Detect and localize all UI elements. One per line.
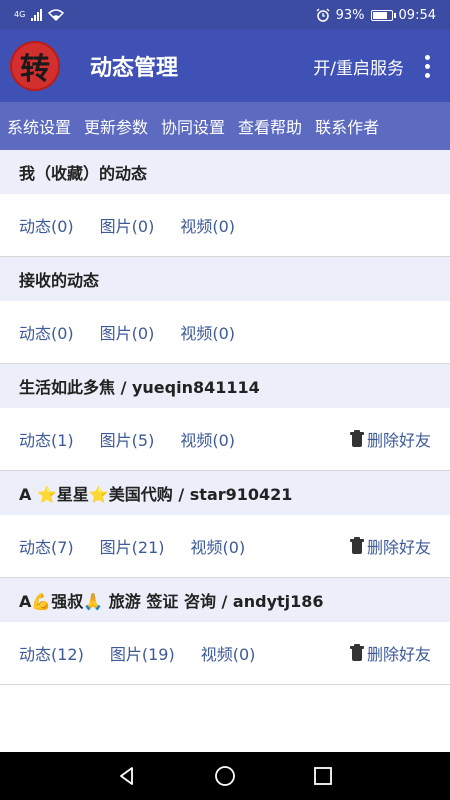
back-icon[interactable] [107,756,147,796]
videos-link[interactable]: 视频(0) [180,427,235,451]
delete-friend-button[interactable]: 删除好友 [349,427,431,451]
app-logo: 转 [10,41,60,91]
section-header: A💪强叔🙏 旅游 签证 咨询 / andytj186 [0,578,450,622]
videos-link[interactable]: 视频(0) [201,641,256,665]
section-header: 接收的动态 [0,257,450,301]
photos-link[interactable]: 图片(21) [100,534,165,558]
status-left: 4G [14,9,65,21]
photos-link[interactable]: 图片(19) [110,641,175,665]
app-bar: 转 动态管理 开/重启服务 [0,30,450,102]
videos-link[interactable]: 视频(0) [180,213,235,237]
status-right: 93% 09:54 [316,8,436,23]
page-title: 动态管理 [90,56,179,81]
section-row: 动态(0) 图片(0) 视频(0) [0,194,450,257]
recents-icon[interactable] [303,756,343,796]
more-vert-icon[interactable] [404,54,450,78]
menu-item-help[interactable]: 查看帮助 [238,114,302,138]
clock: 09:54 [398,7,436,23]
section-row: 动态(1) 图片(5) 视频(0) 删除好友 [0,408,450,471]
moments-list: 我（收藏）的动态 动态(0) 图片(0) 视频(0) 接收的动态 动态(0) 图… [0,150,450,685]
status-bar: 4G 93% 09:54 [0,0,450,30]
section-header: 我（收藏）的动态 [0,150,450,194]
moments-link[interactable]: 动态(12) [19,641,84,665]
network-type: 4G [14,10,26,19]
battery-percent: 93% [335,7,365,23]
moments-link[interactable]: 动态(7) [19,534,74,558]
menu-item-update-params[interactable]: 更新参数 [84,114,148,138]
section-row: 动态(12) 图片(19) 视频(0) 删除好友 [0,622,450,685]
alarm-icon [316,8,330,22]
system-nav-bar [0,752,450,800]
delete-friend-button[interactable]: 删除好友 [349,641,431,665]
videos-link[interactable]: 视频(0) [180,320,235,344]
home-icon[interactable] [205,756,245,796]
moments-link[interactable]: 动态(0) [19,320,74,344]
section-header: A ⭐星星⭐美国代购 / star910421 [0,471,450,515]
signal-icon [31,9,43,21]
menu-item-sync-settings[interactable]: 协同设置 [161,114,225,138]
photos-link[interactable]: 图片(0) [100,213,155,237]
start-restart-service-button[interactable]: 开/重启服务 [313,54,404,79]
delete-friend-button[interactable]: 删除好友 [349,534,431,558]
delete-friend-label: 删除好友 [366,431,431,450]
trash-icon [349,537,364,554]
section-row: 动态(7) 图片(21) 视频(0) 删除好友 [0,515,450,578]
section-header: 生活如此多焦 / yueqin841114 [0,364,450,408]
section-row: 动态(0) 图片(0) 视频(0) [0,301,450,364]
trash-icon [349,430,364,447]
menu-item-contact-author[interactable]: 联系作者 [315,114,379,138]
photos-link[interactable]: 图片(0) [100,320,155,344]
menu-bar: 系统设置 更新参数 协同设置 查看帮助 联系作者 [0,102,450,150]
moments-link[interactable]: 动态(1) [19,427,74,451]
delete-friend-label: 删除好友 [366,645,431,664]
videos-link[interactable]: 视频(0) [191,534,246,558]
wifi-icon [48,9,65,21]
battery-icon [370,9,396,21]
photos-link[interactable]: 图片(5) [100,427,155,451]
menu-item-system-settings[interactable]: 系统设置 [7,114,71,138]
moments-link[interactable]: 动态(0) [19,213,74,237]
delete-friend-label: 删除好友 [366,538,431,557]
trash-icon [349,644,364,661]
